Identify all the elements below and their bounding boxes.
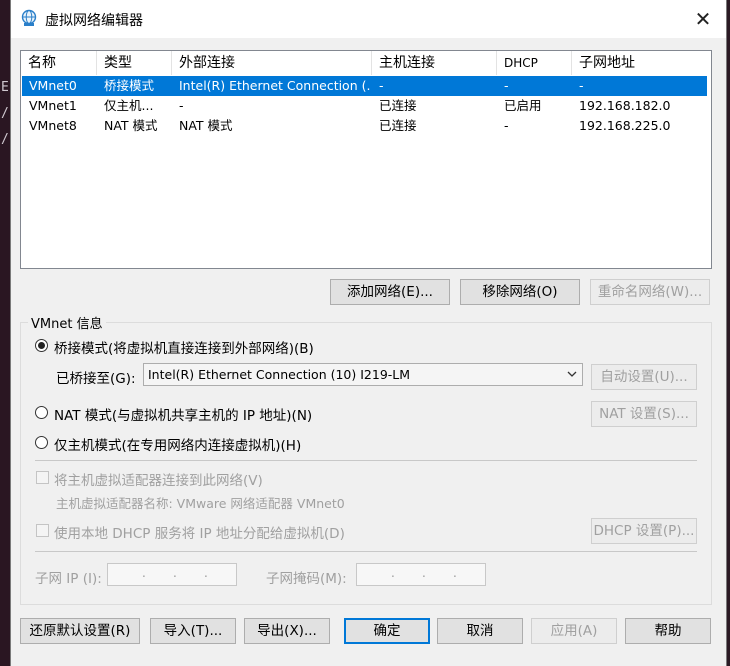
table-row[interactable]: VMnet0 桥接模式 Intel(R) Ethernet Connection… [22, 76, 707, 96]
auto-settings-button[interactable]: 自动设置(U)... [591, 364, 697, 390]
divider [35, 551, 697, 552]
cell-host: 已连接 [379, 98, 417, 113]
close-icon[interactable]: ✕ [690, 6, 716, 32]
restore-defaults-button[interactable]: 还原默认设置(R) [20, 618, 140, 644]
column-header-dhcp[interactable]: DHCP [497, 51, 572, 75]
column-header-name[interactable]: 名称 [21, 51, 97, 75]
cell-type: 桥接模式 [104, 78, 155, 93]
column-header-type[interactable]: 类型 [97, 51, 172, 75]
divider [35, 460, 697, 461]
background-char: E [1, 80, 9, 95]
cell-subnet: 192.168.225.0 [579, 118, 671, 133]
cell-host: - [379, 78, 384, 93]
adapter-name-text: 主机虚拟适配器名称: VMware 网络适配器 VMnet0 [56, 496, 345, 511]
cell-dhcp: - [504, 78, 509, 93]
vmnet-info-label: VMnet 信息 [28, 313, 106, 332]
background-char: / [1, 106, 9, 121]
bridged-adapter-value: Intel(R) Ethernet Connection (10) I219-L… [148, 367, 411, 382]
cell-host: 已连接 [379, 118, 417, 133]
connect-adapter-label[interactable]: 将主机虚拟适配器连接到此网络(V) [54, 469, 263, 489]
chevron-down-icon [567, 371, 577, 377]
nat-mode-radio[interactable] [35, 406, 48, 419]
bridged-to-label: 已桥接至(G): [56, 371, 136, 387]
subnet-mask-label: 子网掩码(M): [266, 571, 347, 587]
column-header-external[interactable]: 外部连接 [172, 51, 372, 75]
ok-button[interactable]: 确定 [344, 618, 430, 644]
bridged-adapter-select[interactable]: Intel(R) Ethernet Connection (10) I219-L… [143, 363, 583, 386]
cancel-button[interactable]: 取消 [437, 618, 523, 644]
subnet-ip-label: 子网 IP (I): [35, 571, 102, 587]
network-globe-icon [21, 9, 37, 26]
subnet-ip-field[interactable]: ... [107, 563, 237, 586]
dhcp-settings-button[interactable]: DHCP 设置(P)... [591, 518, 697, 544]
host-only-mode-label[interactable]: 仅主机模式(在专用网络内连接虚拟机)(H) [54, 434, 301, 454]
cell-name: VMnet1 [29, 98, 77, 113]
cell-external: Intel(R) Ethernet Connection (... [179, 78, 371, 93]
cell-name: VMnet0 [29, 78, 77, 93]
bridge-mode-label[interactable]: 桥接模式(将虚拟机直接连接到外部网络)(B) [54, 337, 314, 357]
host-only-mode-radio[interactable] [35, 436, 48, 449]
table-row[interactable]: VMnet1 仅主机... - 已连接 已启用 192.168.182.0 [22, 96, 707, 116]
subnet-mask-field[interactable]: ... [356, 563, 486, 586]
network-list[interactable]: 名称 类型 外部连接 主机连接 DHCP 子网地址 VMnet0 桥接模式 In… [20, 50, 712, 269]
apply-button[interactable]: 应用(A) [531, 618, 617, 644]
cell-name: VMnet8 [29, 118, 77, 133]
remove-network-button[interactable]: 移除网络(O) [460, 279, 580, 305]
cell-dhcp: 已启用 [504, 98, 542, 113]
cell-subnet: 192.168.182.0 [579, 98, 671, 113]
help-button[interactable]: 帮助 [625, 618, 711, 644]
window-title: 虚拟网络编辑器 [45, 13, 143, 29]
rename-network-button[interactable]: 重命名网络(W)... [590, 279, 710, 305]
cell-external: NAT 模式 [179, 118, 233, 133]
column-header-subnet[interactable]: 子网地址 [572, 51, 711, 75]
use-dhcp-label[interactable]: 使用本地 DHCP 服务将 IP 地址分配给虚拟机(D) [54, 522, 345, 542]
title-bar: 虚拟网络编辑器 ✕ [11, 0, 726, 38]
background-char: / [1, 132, 9, 147]
table-row[interactable]: VMnet8 NAT 模式 NAT 模式 已连接 - 192.168.225.0 [22, 116, 707, 136]
virtual-network-editor-window: 虚拟网络编辑器 ✕ 名称 类型 外部连接 主机连接 DHCP 子网地址 VMne… [10, 0, 727, 666]
cell-subnet: - [579, 78, 584, 93]
nat-settings-button[interactable]: NAT 设置(S)... [591, 401, 697, 427]
bridge-mode-radio[interactable] [35, 339, 48, 352]
export-button[interactable]: 导出(X)... [244, 618, 330, 644]
cell-type: NAT 模式 [104, 118, 158, 133]
import-button[interactable]: 导入(T)... [150, 618, 236, 644]
cell-dhcp: - [504, 118, 509, 133]
add-network-button[interactable]: 添加网络(E)... [330, 279, 450, 305]
connect-adapter-checkbox[interactable] [36, 471, 49, 484]
use-dhcp-checkbox[interactable] [36, 524, 49, 537]
nat-mode-label[interactable]: NAT 模式(与虚拟机共享主机的 IP 地址)(N) [54, 404, 312, 424]
cell-type: 仅主机... [104, 98, 154, 113]
cell-external: - [179, 98, 184, 113]
column-header-host[interactable]: 主机连接 [372, 51, 497, 75]
